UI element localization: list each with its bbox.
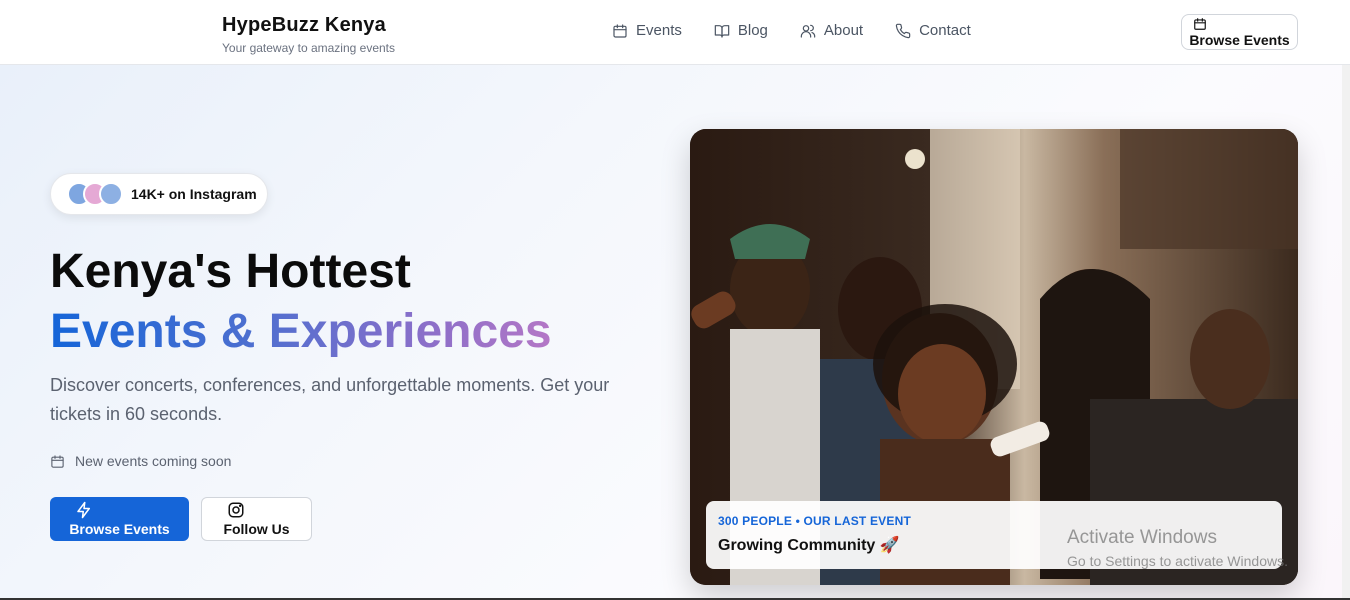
nav-label: Contact xyxy=(919,22,971,39)
social-proof-text: 14K+ on Instagram xyxy=(131,186,257,202)
lightning-icon xyxy=(76,501,90,519)
brand[interactable]: HypeBuzz Kenya Your gateway to amazing e… xyxy=(222,14,395,55)
users-icon xyxy=(800,24,816,38)
watermark-subtitle: Go to Settings to activate Windows. xyxy=(1067,553,1288,569)
nav-item-about[interactable]: About xyxy=(800,22,863,39)
header-browse-events-button[interactable]: Browse Events xyxy=(1181,14,1298,50)
new-events-notice: New events coming soon xyxy=(50,453,231,469)
follow-us-button[interactable]: Follow Us xyxy=(201,497,312,541)
hero-headline: Kenya's Hottest xyxy=(50,245,411,298)
follow-us-label: Follow Us xyxy=(223,521,290,537)
instagram-social-proof-badge: 14K+ on Instagram xyxy=(50,173,268,215)
avatar xyxy=(99,182,123,206)
notice-text: New events coming soon xyxy=(75,453,232,469)
nav-label: Blog xyxy=(737,22,768,39)
calendar-icon xyxy=(1193,17,1206,30)
hero-headline-gradient: Events & Experiences xyxy=(50,303,552,361)
brand-title: HypeBuzz Kenya xyxy=(222,14,386,36)
header-button-label: Browse Events xyxy=(1189,31,1290,48)
nav-item-events[interactable]: Events xyxy=(612,22,682,39)
avatar-stack xyxy=(67,182,125,206)
hero-description: Discover concerts, conferences, and unfo… xyxy=(50,375,610,424)
browse-events-button[interactable]: Browse Events xyxy=(50,497,189,541)
page-scrollbar[interactable] xyxy=(1342,65,1350,600)
main-nav: Events Blog About Contact xyxy=(612,22,1003,39)
book-icon xyxy=(714,24,730,38)
nav-label: Events xyxy=(636,22,682,39)
windows-activation-watermark: Activate Windows Go to Settings to activ… xyxy=(1067,527,1288,569)
nav-label: About xyxy=(823,22,864,39)
browse-events-label: Browse Events xyxy=(69,521,170,537)
phone-icon xyxy=(895,23,911,38)
calendar-icon xyxy=(613,23,627,38)
hero-section: 14K+ on Instagram Kenya's Hottest Events… xyxy=(0,65,1350,600)
watermark-title: Activate Windows xyxy=(1067,527,1217,548)
brand-subtitle: Your gateway to amazing events xyxy=(222,41,395,55)
caption-attendance: 300 PEOPLE • OUR LAST EVENT xyxy=(718,514,911,528)
instagram-icon xyxy=(228,502,243,518)
event-crowd-photo: 300 PEOPLE • OUR LAST EVENT Growing Comm… xyxy=(690,129,1298,585)
calendar-icon xyxy=(51,454,64,468)
nav-item-contact[interactable]: Contact xyxy=(895,22,971,39)
site-header: HypeBuzz Kenya Your gateway to amazing e… xyxy=(0,0,1350,65)
nav-item-blog[interactable]: Blog xyxy=(714,22,768,39)
